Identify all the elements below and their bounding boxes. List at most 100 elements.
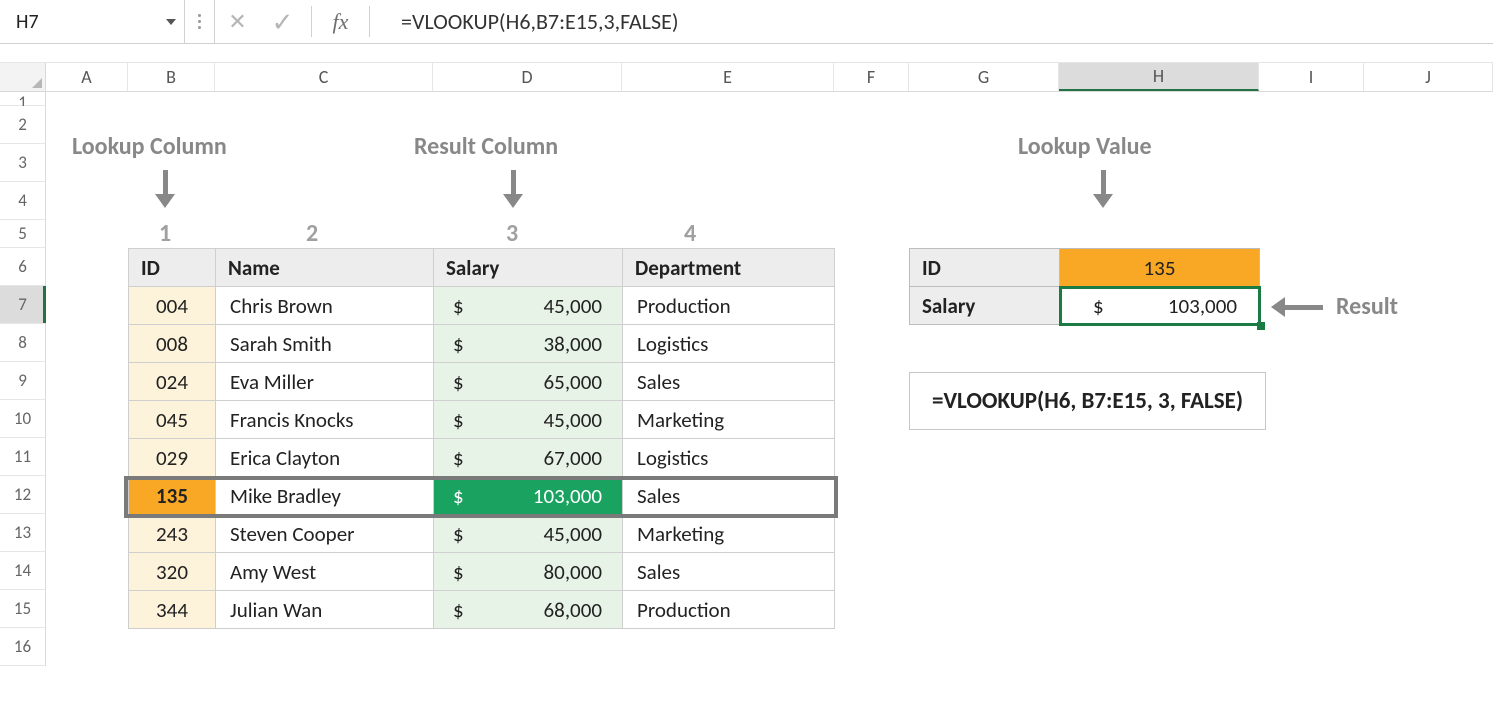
sheet-canvas[interactable]: Lookup Column Result Column Lookup Value…	[46, 92, 1493, 666]
column-header[interactable]: J	[1364, 63, 1493, 91]
column-header[interactable]: I	[1259, 63, 1364, 91]
arrow-down-icon	[156, 170, 174, 208]
lookup-salary-label[interactable]: Salary	[910, 287, 1060, 325]
cell-salary[interactable]: $ 45,000	[434, 401, 623, 439]
lookup-id-label[interactable]: ID	[910, 249, 1060, 287]
cell-salary[interactable]: $103,000	[434, 477, 623, 515]
cell-id[interactable]: 243	[129, 515, 216, 553]
cell-dept[interactable]: Marketing	[623, 401, 835, 439]
x-icon: ✕	[228, 8, 246, 35]
name-box[interactable]: H7	[0, 0, 185, 43]
row-header[interactable]: 13	[0, 514, 46, 552]
cell-dept[interactable]: Sales	[623, 553, 835, 591]
cell-id[interactable]: 024	[129, 363, 216, 401]
column-index-4: 4	[684, 219, 696, 248]
column-index-1: 1	[159, 219, 171, 248]
formula-display: =VLOOKUP(H6, B7:E15, 3, FALSE)	[909, 372, 1266, 430]
arrow-down-icon	[504, 170, 522, 208]
cell-salary[interactable]: $ 80,000	[434, 553, 623, 591]
row-headers: 1 2 3 4 5 6 7 8 9 10 11 12 13 14 15 16	[0, 92, 46, 666]
row-header[interactable]: 14	[0, 552, 46, 590]
insert-function-button[interactable]: fx	[318, 0, 363, 43]
row-header[interactable]: 16	[0, 628, 46, 666]
cell-dept[interactable]: Production	[623, 287, 835, 325]
column-header[interactable]: F	[834, 63, 909, 91]
arrow-down-icon	[1094, 170, 1112, 208]
cell-salary[interactable]: $ 68,000	[434, 591, 623, 629]
table-header-name[interactable]: Name	[216, 249, 434, 287]
row-header[interactable]: 11	[0, 438, 46, 476]
row-header[interactable]: 3	[0, 144, 46, 182]
cell-id[interactable]: 045	[129, 401, 216, 439]
accept-button[interactable]: ✓	[260, 0, 305, 43]
table-header-salary[interactable]: Salary	[434, 249, 623, 287]
row-header[interactable]: 9	[0, 362, 46, 400]
cell-id[interactable]: 008	[129, 325, 216, 363]
cell-id[interactable]: 135	[129, 477, 216, 515]
cell-name[interactable]: Mike Bradley	[216, 477, 434, 515]
row-header[interactable]: 8	[0, 324, 46, 362]
formula-input[interactable]: =VLOOKUP(H6,B7:E15,3,FALSE)	[376, 0, 1493, 43]
cell-id[interactable]: 344	[129, 591, 216, 629]
row-header[interactable]: 4	[0, 182, 46, 220]
chevron-down-icon[interactable]	[166, 19, 176, 25]
lookup-id-value[interactable]: 135	[1060, 249, 1260, 287]
lookup-salary-value[interactable]: $103,000	[1060, 287, 1260, 325]
row-header-active[interactable]: 7	[0, 286, 46, 324]
cell-dept[interactable]: Production	[623, 591, 835, 629]
cell-dept[interactable]: Sales	[623, 363, 835, 401]
cell-salary[interactable]: $ 45,000	[434, 515, 623, 553]
row-header[interactable]: 6	[0, 248, 46, 286]
column-index-2: 2	[306, 219, 318, 248]
table-row: 320Amy West$ 80,000Sales	[129, 553, 835, 591]
cell-name[interactable]: Chris Brown	[216, 287, 434, 325]
table-row: 344Julian Wan$ 68,000Production	[129, 591, 835, 629]
column-header[interactable]: E	[622, 63, 834, 91]
column-header[interactable]: B	[128, 63, 215, 91]
cell-dept[interactable]: Marketing	[623, 515, 835, 553]
cell-id[interactable]: 029	[129, 439, 216, 477]
row-header[interactable]: 5	[0, 220, 46, 248]
cell-name[interactable]: Julian Wan	[216, 591, 434, 629]
cell-id[interactable]: 004	[129, 287, 216, 325]
table-row: 135Mike Bradley$103,000Sales	[129, 477, 835, 515]
table-row: 004Chris Brown$ 45,000Production	[129, 287, 835, 325]
cell-salary[interactable]: $ 65,000	[434, 363, 623, 401]
employee-table: ID Name Salary Department 004Chris Brown…	[128, 248, 835, 629]
column-header[interactable]: C	[215, 63, 433, 91]
row-header[interactable]: 1	[0, 92, 46, 106]
table-header-id[interactable]: ID	[129, 249, 216, 287]
cell-salary[interactable]: $ 67,000	[434, 439, 623, 477]
row-header[interactable]: 10	[0, 400, 46, 438]
cell-name[interactable]: Eva Miller	[216, 363, 434, 401]
column-header[interactable]: G	[909, 63, 1059, 91]
formula-bar: H7 ✕ ✓ fx =VLOOKUP(H6,B7:E15,3,FALSE)	[0, 0, 1493, 44]
column-header[interactable]: A	[46, 63, 128, 91]
cell-dept[interactable]: Sales	[623, 477, 835, 515]
lookup-table: ID 135 Salary $103,000	[909, 248, 1260, 325]
cell-dept[interactable]: Logistics	[623, 325, 835, 363]
select-all-corner[interactable]	[0, 63, 46, 91]
column-header-active[interactable]: H	[1059, 63, 1259, 91]
table-row: 243Steven Cooper$ 45,000Marketing	[129, 515, 835, 553]
table-header-dept[interactable]: Department	[623, 249, 835, 287]
cell-name[interactable]: Amy West	[216, 553, 434, 591]
cancel-button[interactable]: ✕	[215, 0, 260, 43]
separator	[369, 6, 370, 36]
formula-bar-expand[interactable]	[185, 0, 215, 43]
cell-salary[interactable]: $ 45,000	[434, 287, 623, 325]
row-header[interactable]: 12	[0, 476, 46, 514]
cell-name[interactable]: Francis Knocks	[216, 401, 434, 439]
cell-name[interactable]: Steven Cooper	[216, 515, 434, 553]
cell-salary[interactable]: $ 38,000	[434, 325, 623, 363]
column-header[interactable]: D	[433, 63, 622, 91]
row-header[interactable]: 2	[0, 106, 46, 144]
annotation-lookup-value: Lookup Value	[1018, 132, 1152, 161]
column-headers: A B C D E F G H I J	[0, 62, 1493, 92]
row-header[interactable]: 15	[0, 590, 46, 628]
name-box-value: H7	[16, 10, 39, 34]
cell-name[interactable]: Sarah Smith	[216, 325, 434, 363]
cell-id[interactable]: 320	[129, 553, 216, 591]
cell-name[interactable]: Erica Clayton	[216, 439, 434, 477]
cell-dept[interactable]: Logistics	[623, 439, 835, 477]
